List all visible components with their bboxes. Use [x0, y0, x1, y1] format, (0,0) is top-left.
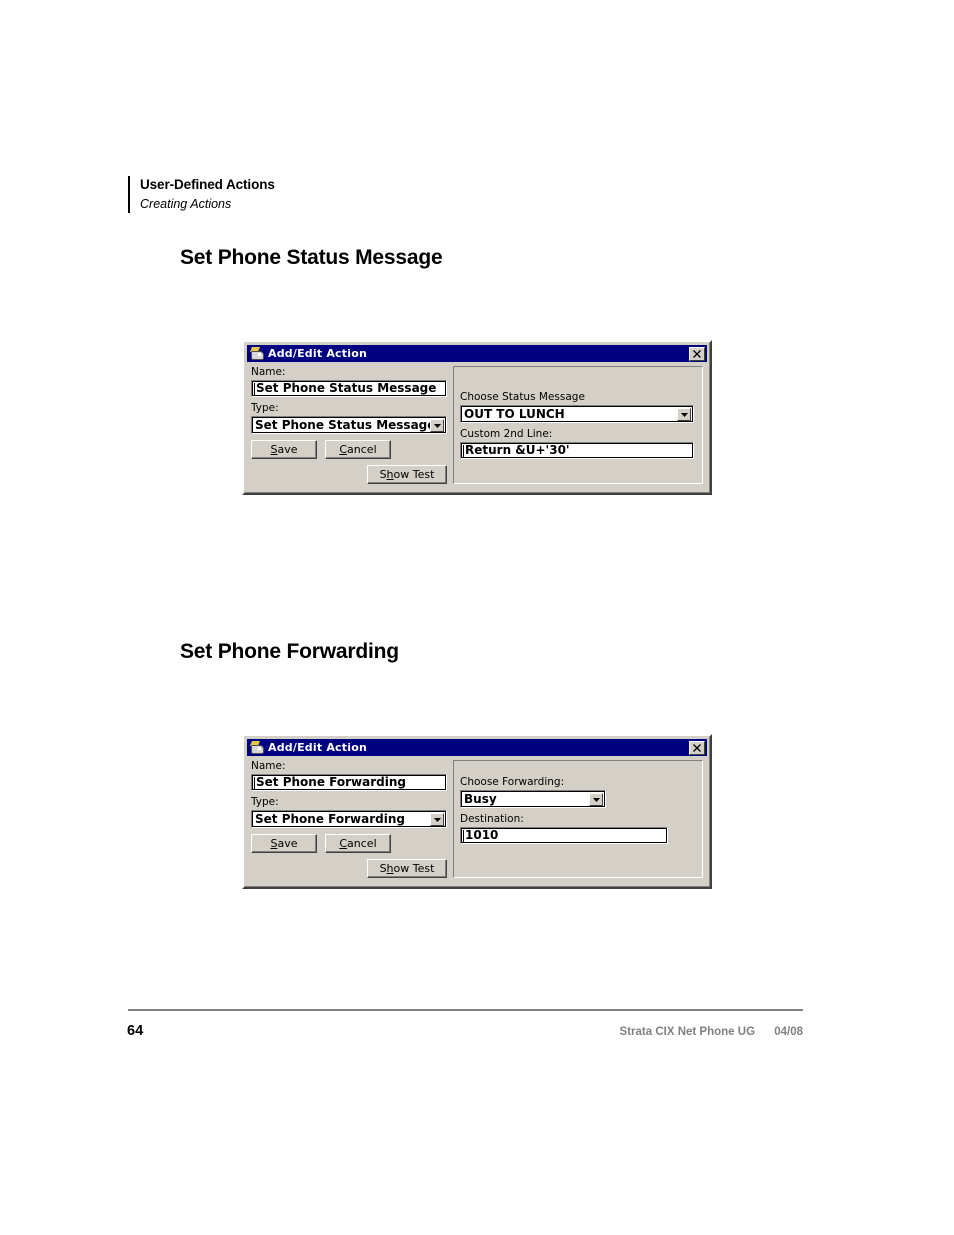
- dialog-left-panel: Name: Set Phone Status Message Type: Set…: [251, 366, 447, 484]
- chevron-down-icon[interactable]: [430, 813, 444, 826]
- footer-document-date: 04/08: [774, 1026, 803, 1038]
- show-test-button[interactable]: Sh ow Test: [367, 859, 447, 878]
- type-select-value: Set Phone Forwarding: [255, 812, 405, 826]
- save-accel-letter: S: [270, 837, 278, 850]
- save-label-rest: ave: [277, 443, 298, 456]
- type-label: Type:: [251, 796, 279, 808]
- custom-second-line-label: Custom 2nd Line:: [460, 428, 553, 440]
- show-test-label-pre: S: [379, 468, 387, 481]
- section-heading-set-phone-status-message: Set Phone Status Message: [180, 246, 443, 269]
- type-select[interactable]: Set Phone Forwarding: [251, 810, 447, 828]
- dialog-button-row: Save Cancel: [251, 834, 447, 853]
- dialog-right-panel: Choose Forwarding: Busy Destination: 101…: [453, 760, 703, 878]
- show-test-label-rest: ow Test: [393, 862, 435, 875]
- save-accel-letter: S: [270, 443, 278, 456]
- choose-forwarding-label: Choose Forwarding:: [460, 776, 565, 788]
- choose-status-message-value: OUT TO LUNCH: [464, 407, 565, 421]
- dialog-titlebar[interactable]: Add/Edit Action: [247, 739, 707, 756]
- choose-forwarding-select[interactable]: Busy: [460, 790, 606, 808]
- save-label-rest: ave: [277, 837, 298, 850]
- cancel-button[interactable]: Cancel: [325, 440, 391, 459]
- type-select-value: Set Phone Status Message: [255, 418, 436, 432]
- dialog-title: Add/Edit Action: [268, 347, 367, 360]
- dialog-body: Name: Set Phone Status Message Type: Set…: [247, 362, 707, 490]
- choose-forwarding-value: Busy: [464, 792, 497, 806]
- type-label: Type:: [251, 402, 279, 414]
- show-test-accel-letter: h: [386, 862, 394, 875]
- chevron-down-icon[interactable]: [589, 793, 603, 806]
- cancel-button[interactable]: Cancel: [325, 834, 391, 853]
- chevron-down-icon[interactable]: [430, 419, 444, 432]
- save-button[interactable]: Save: [251, 834, 317, 853]
- dialog-button-row: Save Cancel: [251, 440, 447, 459]
- name-label: Name:: [251, 366, 286, 378]
- custom-second-line-input[interactable]: Return &U+'30': [460, 442, 694, 459]
- running-head-title: User-Defined Actions: [140, 177, 275, 192]
- cancel-accel-letter: C: [339, 837, 348, 850]
- show-test-row: Sh ow Test: [251, 465, 447, 484]
- dialog-titlebar[interactable]: Add/Edit Action: [247, 345, 707, 362]
- running-head: User-Defined Actions Creating Actions: [128, 176, 560, 213]
- close-icon[interactable]: [689, 740, 705, 755]
- footer-info: Strata CIX Net Phone UG 04/08: [620, 1026, 803, 1038]
- name-input[interactable]: Set Phone Forwarding: [251, 774, 447, 791]
- name-label: Name:: [251, 760, 286, 772]
- show-test-button[interactable]: Sh ow Test: [367, 465, 447, 484]
- name-input[interactable]: Set Phone Status Message: [251, 380, 447, 397]
- save-button[interactable]: Save: [251, 440, 317, 459]
- action-icon: [249, 741, 264, 754]
- footer-divider: [128, 1009, 803, 1011]
- choose-status-message-label: Choose Status Message: [460, 391, 585, 403]
- choose-status-message-select[interactable]: OUT TO LUNCH: [460, 405, 694, 423]
- close-icon[interactable]: [689, 346, 705, 361]
- dialog-body: Name: Set Phone Forwarding Type: Set Pho…: [247, 756, 707, 884]
- chevron-down-icon[interactable]: [677, 408, 691, 421]
- type-select[interactable]: Set Phone Status Message: [251, 416, 447, 434]
- page-number: 64: [127, 1023, 144, 1039]
- dialog-add-edit-action-status: Add/Edit Action Name: Set Phone Status M…: [242, 340, 712, 495]
- destination-input[interactable]: 1010: [460, 827, 668, 844]
- running-head-subtitle: Creating Actions: [140, 197, 232, 211]
- destination-label: Destination:: [460, 813, 524, 825]
- dialog-add-edit-action-forwarding: Add/Edit Action Name: Set Phone Forwardi…: [242, 734, 712, 889]
- footer-document-title: Strata CIX Net Phone UG: [619, 1026, 756, 1038]
- action-icon: [249, 347, 264, 360]
- dialog-left-panel: Name: Set Phone Forwarding Type: Set Pho…: [251, 760, 447, 878]
- dialog-inner-bevel: Add/Edit Action Name: Set Phone Forwardi…: [244, 736, 710, 887]
- cancel-accel-letter: C: [339, 443, 348, 456]
- dialog-title: Add/Edit Action: [268, 741, 367, 754]
- cancel-label-rest: ancel: [347, 443, 377, 456]
- show-test-row: Sh ow Test: [251, 859, 447, 878]
- dialog-inner-bevel: Add/Edit Action Name: Set Phone Status M…: [244, 342, 710, 493]
- dialog-right-panel: Choose Status Message OUT TO LUNCH Custo…: [453, 366, 703, 484]
- section-heading-set-phone-forwarding: Set Phone Forwarding: [180, 640, 399, 663]
- show-test-label-rest: ow Test: [393, 468, 435, 481]
- show-test-accel-letter: h: [386, 468, 394, 481]
- cancel-label-rest: ancel: [347, 837, 377, 850]
- show-test-label-pre: S: [379, 862, 387, 875]
